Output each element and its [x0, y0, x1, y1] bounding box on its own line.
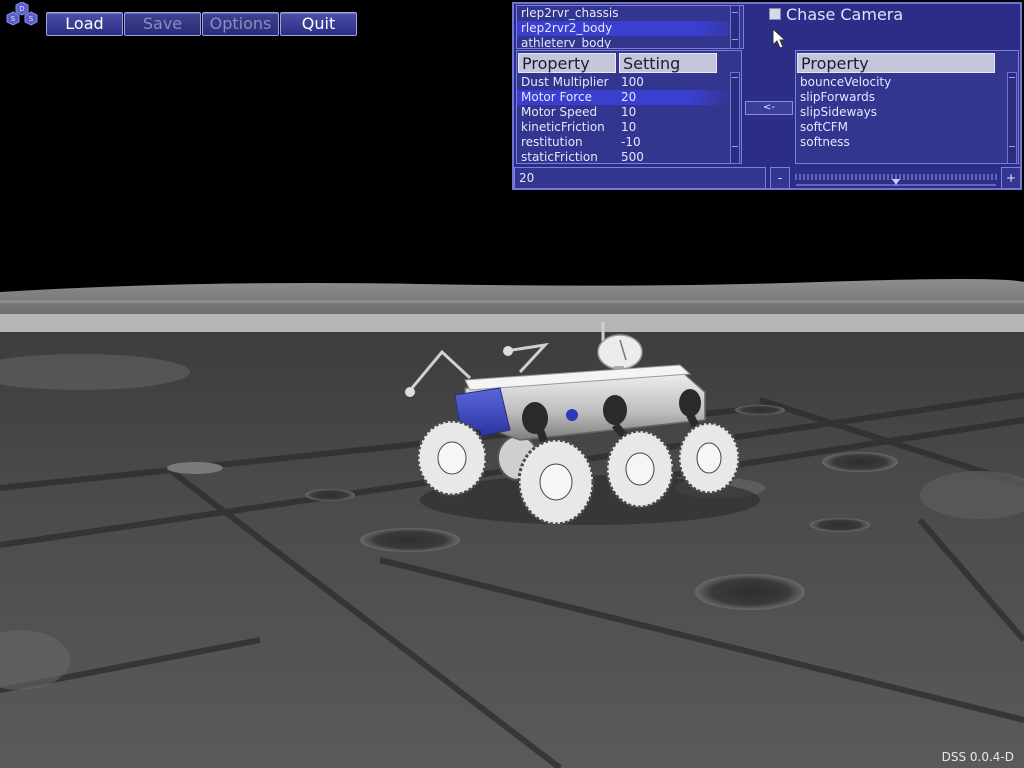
property-editor-panel: rlep2rvr_chassis rlep2rvr2_body athleter…	[512, 2, 1022, 190]
mouse-cursor-icon	[772, 28, 787, 49]
logo-letter-d: D	[19, 5, 24, 13]
object-list[interactable]: rlep2rvr_chassis rlep2rvr2_body athleter…	[516, 5, 744, 49]
list-item[interactable]: bounceVelocity	[796, 75, 891, 90]
property-value: -10	[621, 135, 641, 149]
list-item[interactable]: softness	[796, 135, 891, 150]
chase-camera-label: Chase Camera	[786, 5, 904, 24]
object-list-item[interactable]: rlep2rvr_chassis	[517, 6, 743, 21]
object-list-scrollbar[interactable]	[730, 5, 740, 49]
property-name: Motor Speed	[521, 105, 598, 119]
setting-column-header[interactable]: Setting	[619, 53, 717, 73]
table-row[interactable]: kineticFriction 10	[517, 120, 732, 135]
options-button[interactable]: Options	[202, 12, 279, 36]
list-item[interactable]: softCFM	[796, 120, 891, 135]
increment-button[interactable]: +	[1001, 167, 1021, 189]
dss-logo-icon: D S S	[6, 2, 38, 26]
logo-letter-s2: S	[29, 15, 34, 23]
properties-table-scrollbar[interactable]	[730, 72, 740, 164]
quit-button[interactable]: Quit	[280, 12, 357, 36]
value-input[interactable]: 20	[514, 167, 766, 189]
property-value: 10	[621, 120, 637, 134]
property-name: Motor Force	[521, 90, 592, 104]
chase-camera-checkbox[interactable]	[769, 8, 781, 20]
load-button[interactable]: Load	[46, 12, 123, 36]
property-name: Dust Multiplier	[521, 75, 609, 89]
table-row[interactable]: Dust Multiplier 100	[517, 75, 732, 90]
available-properties-list[interactable]: Property bounceVelocity slipForwards sli…	[795, 50, 1019, 164]
property-column-header[interactable]: Property	[518, 53, 616, 73]
save-button[interactable]: Save	[124, 12, 201, 36]
table-row[interactable]: staticFriction 500	[517, 150, 732, 164]
property-value: 10	[621, 105, 637, 119]
available-properties-scrollbar[interactable]	[1007, 72, 1017, 164]
table-row[interactable]: restitution -10	[517, 135, 732, 150]
decrement-button[interactable]: -	[770, 167, 790, 189]
properties-table[interactable]: Property Setting Dust Multiplier 100 Moto…	[516, 50, 742, 164]
property-name: restitution	[521, 135, 583, 149]
property-value: 20	[621, 90, 637, 104]
property-value: 500	[621, 150, 644, 164]
version-label: DSS 0.0.4-D	[941, 750, 1014, 764]
list-item[interactable]: slipSideways	[796, 105, 891, 120]
property-value: 100	[621, 75, 644, 89]
value-slider[interactable]	[794, 170, 998, 188]
table-row[interactable]: Motor Speed 10	[517, 105, 732, 120]
object-list-item-selected[interactable]: rlep2rvr2_body	[517, 21, 743, 36]
property-name: staticFriction	[521, 150, 598, 164]
slider-thumb[interactable]	[892, 179, 900, 185]
list-item[interactable]: slipForwards	[796, 90, 891, 105]
logo-letter-s1: S	[11, 15, 16, 23]
available-property-column-header[interactable]: Property	[797, 53, 995, 73]
distant-ridge	[0, 279, 1024, 332]
add-property-button[interactable]: <-	[745, 101, 793, 115]
property-name: kineticFriction	[521, 120, 605, 134]
table-row-selected[interactable]: Motor Force 20	[517, 90, 732, 105]
object-list-item[interactable]: athleterv_body	[517, 36, 743, 48]
